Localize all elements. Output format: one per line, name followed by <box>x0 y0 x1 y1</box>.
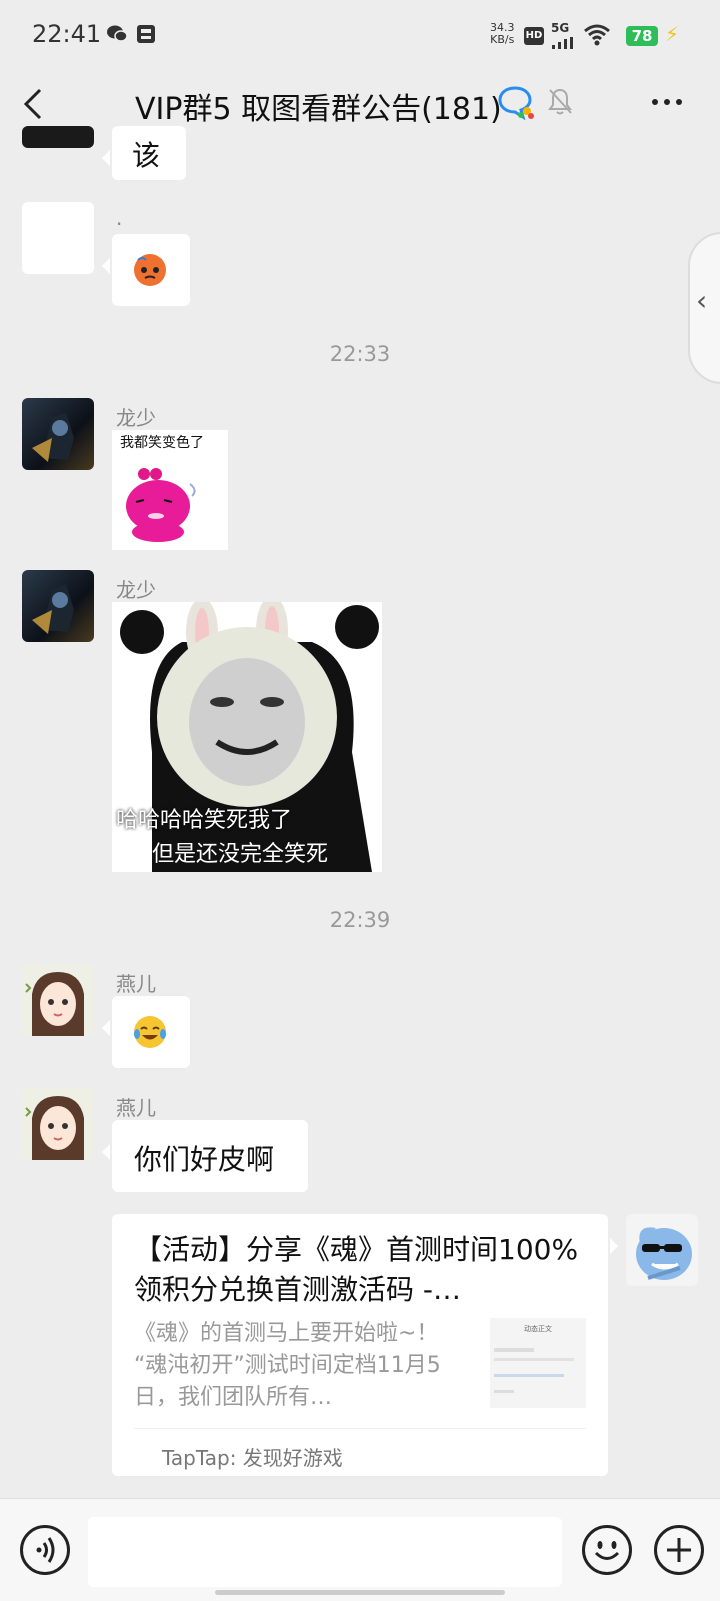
shared-link-card[interactable]: 【活动】分享《魂》首测时间100%领积分兑换首测激活码 -… 《魂》的首测马上要… <box>112 1214 618 1476</box>
avatar[interactable] <box>22 126 94 148</box>
chevron-left-icon: ‹ <box>696 284 708 317</box>
mute-bell-icon[interactable] <box>546 86 574 120</box>
network-speed: 34.3 KB/s <box>490 21 515 46</box>
chat-title: VIP群5 取图看群公告(181) <box>135 92 502 127</box>
link-thumbnail: 动态正文 <box>490 1318 586 1408</box>
charging-icon: ⚡ <box>665 22 680 46</box>
sender-name: 燕儿 <box>116 1096 156 1120</box>
message-bubble[interactable]: 该 <box>102 126 186 180</box>
link-source: TapTap: 发现好游戏 <box>162 1446 343 1470</box>
message-bubble[interactable] <box>102 996 190 1068</box>
divider <box>134 1428 586 1429</box>
status-bar: 22:41 34.3 KB/s HD 5G 78 ⚡ <box>0 0 720 72</box>
message-input[interactable] <box>88 1517 562 1587</box>
timestamp: 22:39 <box>329 908 391 932</box>
status-time: 22:41 <box>32 20 102 48</box>
wifi-icon <box>584 24 610 50</box>
sticker-message[interactable]: 我都笑变色了 <box>112 430 228 550</box>
chat-header: VIP群5 取图看群公告(181) <box>0 72 720 142</box>
timestamp: 22:33 <box>329 342 391 366</box>
signal-icon <box>552 34 574 53</box>
avatar[interactable] <box>22 964 94 1036</box>
avatar[interactable] <box>22 570 94 642</box>
network-type: 5G <box>551 21 570 35</box>
sticker-message[interactable]: 哈哈哈哈笑死我了 但是还没完全笑死 <box>112 602 382 872</box>
laughing-tears-emoji-icon <box>132 1014 168 1054</box>
inbox-notification-icon <box>136 24 156 49</box>
more-icon[interactable] <box>650 82 684 130</box>
chat-input-bar <box>0 1498 720 1601</box>
sender-name: . <box>116 206 123 230</box>
voice-icon[interactable] <box>20 1525 70 1575</box>
plus-icon[interactable] <box>654 1525 704 1575</box>
sender-name: 龙少 <box>116 406 156 430</box>
group-chat-icon[interactable] <box>497 84 535 124</box>
link-title: 【活动】分享《魂》首测时间100%领积分兑换首测激活码 -… <box>134 1233 579 1306</box>
avatar[interactable] <box>22 398 94 470</box>
pink-character-icon <box>126 468 196 542</box>
avatar[interactable] <box>22 202 94 274</box>
emoji-icon[interactable] <box>582 1525 632 1575</box>
message-bubble[interactable] <box>102 234 190 306</box>
my-avatar[interactable] <box>626 1214 698 1286</box>
avatar[interactable] <box>22 1088 94 1160</box>
battery-level: 78 <box>626 26 658 46</box>
link-description: 《魂》的首测马上要开始啦~！ “魂沌初开”测试时间定档11月5日，我们团队所有… <box>134 1321 441 1410</box>
hd-badge: HD <box>524 27 544 45</box>
message-bubble[interactable]: 你们好皮啊 <box>102 1120 308 1192</box>
sender-name: 龙少 <box>116 578 156 602</box>
wechat-notification-icon <box>106 24 128 49</box>
sender-name: 燕儿 <box>116 972 156 996</box>
home-indicator[interactable] <box>215 1590 505 1595</box>
sweat-emoji-icon <box>132 252 168 292</box>
